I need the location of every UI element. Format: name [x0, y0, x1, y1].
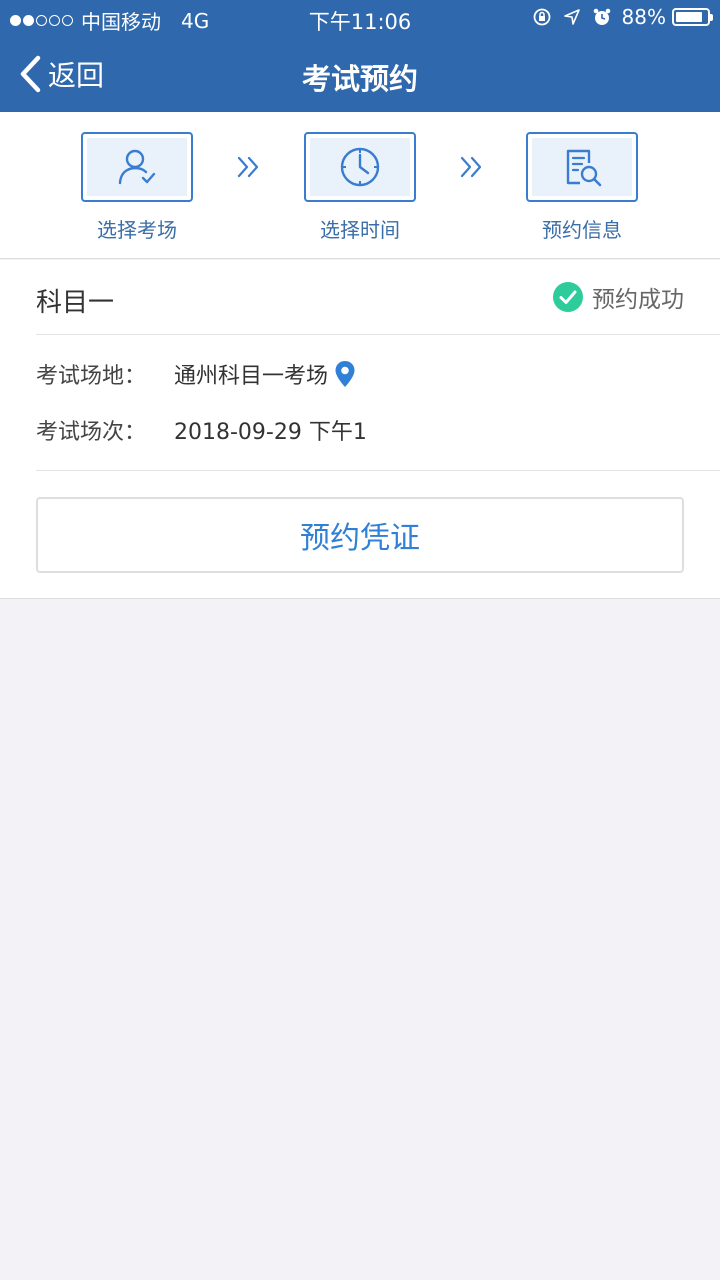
alarm-icon — [592, 7, 612, 27]
divider — [36, 470, 720, 471]
location-arrow-icon — [562, 7, 582, 27]
step-select-venue: 选择考场 — [81, 132, 193, 243]
venue-label: 考试场地： — [36, 364, 147, 389]
status-badge: 预约成功 — [552, 280, 684, 314]
voucher-button[interactable]: 预约凭证 — [36, 497, 684, 573]
battery-percent: 88% — [621, 5, 666, 29]
step-icon-bg — [310, 138, 410, 196]
double-chevron-right-icon — [457, 152, 487, 182]
battery-icon — [672, 8, 713, 26]
venue-value[interactable]: 通州科目一考场 — [174, 358, 328, 390]
double-chevron-right-icon — [234, 152, 264, 182]
location-pin-icon[interactable] — [334, 360, 356, 388]
top-bar: 中国移动 4G 下午11:06 88% 返回 考试预约 — [0, 0, 720, 112]
clock-icon — [338, 145, 382, 189]
step-label: 选择时间 — [320, 218, 400, 242]
status-text: 预约成功 — [592, 287, 684, 313]
step-label: 选择考场 — [97, 218, 177, 242]
document-search-icon — [560, 145, 604, 189]
step-icon-bg — [532, 138, 632, 196]
session-value: 2018-09-29 下午1 — [174, 420, 367, 445]
booking-steps: 选择考场 选择时间 预约信息 — [0, 112, 720, 259]
user-check-icon — [115, 145, 159, 189]
subject-title: 科目一 — [36, 288, 115, 318]
orientation-lock-icon — [532, 7, 552, 27]
battery-fill — [676, 12, 703, 22]
step-icon-box — [526, 132, 638, 202]
step-booking-info: 预约信息 — [526, 132, 638, 243]
status-bar: 中国移动 4G 下午11:06 88% — [0, 0, 720, 36]
nav-bar: 返回 考试预约 — [0, 36, 720, 112]
divider — [36, 334, 720, 335]
step-icon-bg — [87, 138, 187, 196]
page-title: 考试预约 — [301, 62, 418, 96]
check-circle-icon — [552, 281, 584, 313]
venue-row: 考试场地： 通州科目一考场 — [36, 358, 356, 390]
session-row: 考试场次： 2018-09-29 下午1 — [36, 414, 367, 446]
booking-card: 科目一 预约成功 考试场地： 通州科目一考场 考试场次： 2018-09-29 … — [0, 260, 720, 599]
step-icon-box — [81, 132, 193, 202]
step-label: 预约信息 — [542, 218, 622, 242]
step-icon-box — [304, 132, 416, 202]
session-label: 考试场次： — [36, 420, 147, 445]
status-right: 88% — [522, 5, 713, 29]
step-select-time: 选择时间 — [304, 132, 416, 243]
